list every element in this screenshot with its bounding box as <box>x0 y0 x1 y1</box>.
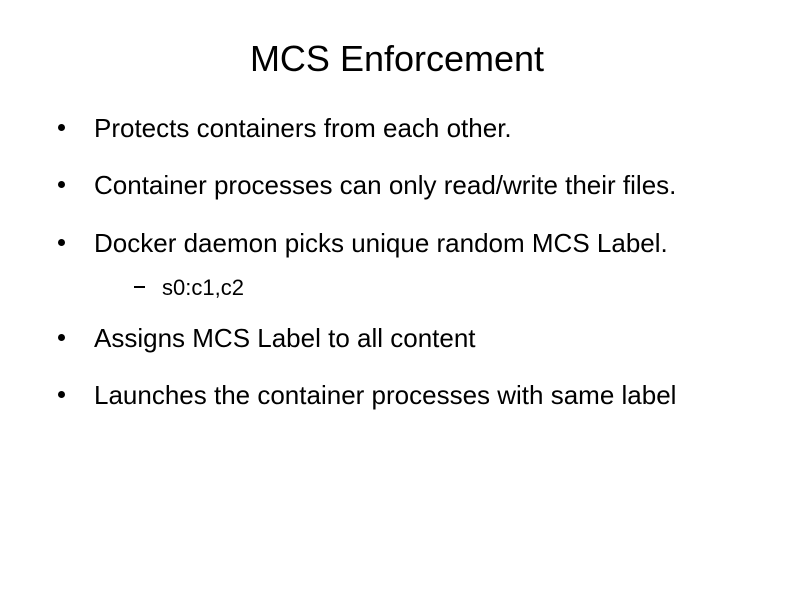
bullet-item: Assigns MCS Label to all content <box>58 322 754 355</box>
bullet-text: Container processes can only read/write … <box>94 170 676 200</box>
bullet-text: Launches the container processes with sa… <box>94 380 676 410</box>
bullet-item: Docker daemon picks unique random MCS La… <box>58 227 754 302</box>
sub-list: s0:c1,c2 <box>94 274 754 302</box>
slide-title: MCS Enforcement <box>40 38 754 80</box>
bullet-item: Protects containers from each other. <box>58 112 754 145</box>
bullet-text: Assigns MCS Label to all content <box>94 323 476 353</box>
bullet-list: Protects containers from each other. Con… <box>40 112 754 412</box>
bullet-text: Docker daemon picks unique random MCS La… <box>94 228 668 258</box>
bullet-text: Protects containers from each other. <box>94 113 512 143</box>
sub-bullet-text: s0:c1,c2 <box>162 275 244 300</box>
bullet-item: Launches the container processes with sa… <box>58 379 754 412</box>
bullet-item: Container processes can only read/write … <box>58 169 754 202</box>
sub-bullet-item: s0:c1,c2 <box>134 274 754 302</box>
